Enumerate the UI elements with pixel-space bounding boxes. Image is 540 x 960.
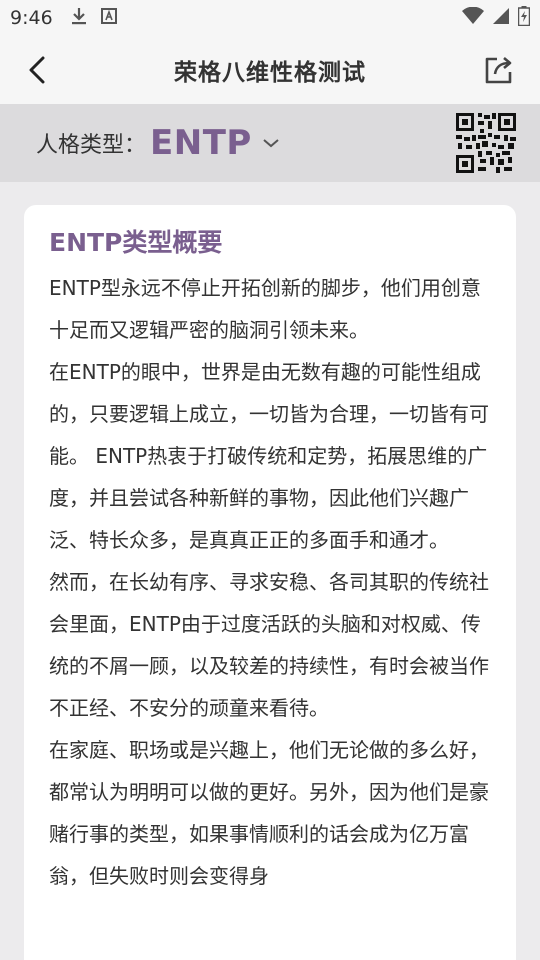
share-icon <box>485 57 512 84</box>
battery-icon <box>517 5 531 31</box>
page-title: 荣格八维性格测试 <box>174 60 366 86</box>
paragraph: 在ENTP的眼中，世界是由无数有趣的可能性组成的，只要逻辑上成立，一切皆为合理，… <box>49 360 489 552</box>
status-time: 9:46 <box>10 7 53 29</box>
back-arrow-icon <box>29 56 45 84</box>
type-label: 人格类型： <box>36 133 147 158</box>
type-selector-toggle[interactable] <box>262 137 280 149</box>
share-button[interactable] <box>482 53 516 87</box>
header: 荣格八维性格测试 <box>0 36 540 104</box>
signal-icon <box>492 7 510 30</box>
paragraph: 然而，在长幼有序、寻求安稳、各司其职的传统社会里面，ENTP由于过度活跃的头脑和… <box>49 570 489 720</box>
chevron-down-icon <box>263 139 279 148</box>
card-title: ENTP类型概要 <box>49 228 223 257</box>
type-bar: 人格类型： ENTP <box>0 104 540 182</box>
qr-code-icon[interactable] <box>456 113 516 173</box>
wifi-icon <box>462 6 484 30</box>
a-box-icon <box>100 7 117 29</box>
type-value[interactable]: ENTP <box>150 123 252 163</box>
summary-card: ENTP类型概要 ENTP型永远不停止开拓创新的脚步，他们用创意十足而又逻辑严密… <box>24 205 516 960</box>
status-bar: 9:46 <box>0 0 540 36</box>
back-button[interactable] <box>22 54 52 86</box>
download-icon <box>71 7 87 30</box>
paragraph: 在家庭、职场或是兴趣上，他们无论做的多么好，都常认为明明可以做的更好。另外，因为… <box>49 738 489 888</box>
paragraph: ENTP型永远不停止开拓创新的脚步，他们用创意十足而又逻辑严密的脑洞引领未来。 <box>49 276 481 342</box>
